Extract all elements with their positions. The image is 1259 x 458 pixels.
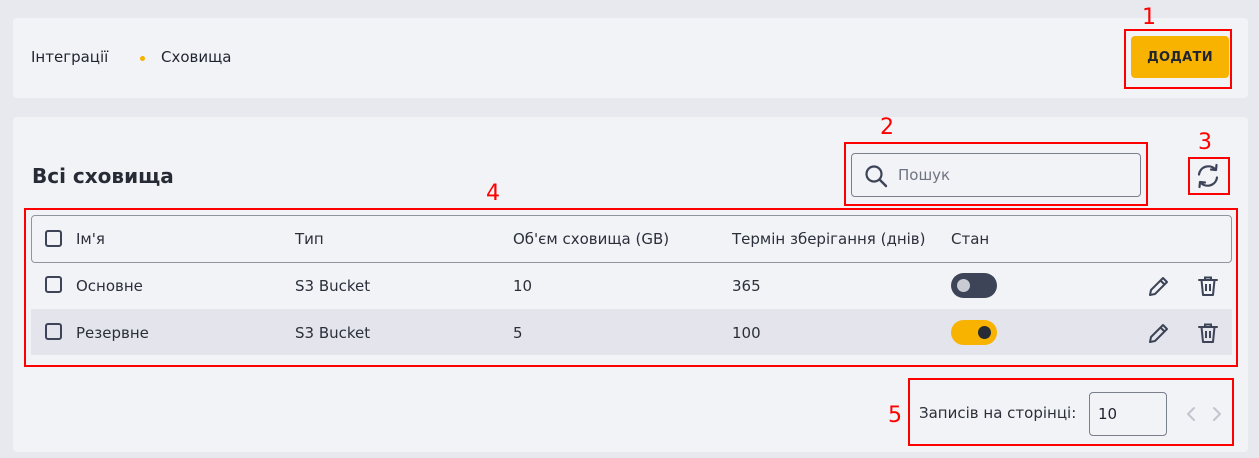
row-checkbox[interactable] bbox=[45, 323, 62, 340]
chevron-right-icon[interactable] bbox=[1209, 406, 1223, 422]
table-row: Основне S3 Bucket 10 365 bbox=[31, 262, 1232, 308]
row-retention: 365 bbox=[732, 277, 761, 295]
status-toggle[interactable] bbox=[951, 320, 997, 345]
annotation-number-1: 1 bbox=[1142, 5, 1156, 30]
column-status[interactable]: Стан bbox=[951, 230, 989, 248]
column-volume[interactable]: Об'єм сховища (GB) bbox=[513, 230, 669, 248]
status-toggle[interactable] bbox=[951, 273, 997, 298]
annotation-number-5: 5 bbox=[888, 403, 902, 428]
column-retention[interactable]: Термін зберігання (днів) bbox=[732, 230, 925, 248]
edit-icon[interactable] bbox=[1147, 274, 1171, 298]
page-size-input[interactable] bbox=[1089, 392, 1167, 436]
page-size-label: Записів на сторінці: bbox=[919, 404, 1077, 422]
search-input[interactable] bbox=[896, 154, 1130, 196]
row-type: S3 Bucket bbox=[295, 277, 371, 295]
chevron-left-icon[interactable] bbox=[1185, 406, 1199, 422]
storages-panel: Всі сховища Ім'я Тип Об'єм сховища (GB) … bbox=[13, 117, 1248, 452]
row-volume: 10 bbox=[513, 277, 533, 295]
page-title: Всі сховища bbox=[32, 164, 174, 188]
top-bar: Інтеграції Сховища ДОДАТИ bbox=[13, 18, 1248, 98]
annotation-number-2: 2 bbox=[880, 115, 894, 140]
breadcrumb-separator bbox=[140, 56, 145, 61]
refresh-icon[interactable] bbox=[1194, 162, 1222, 190]
column-name[interactable]: Ім'я bbox=[76, 230, 105, 248]
select-all-checkbox[interactable] bbox=[45, 230, 62, 247]
column-type[interactable]: Тип bbox=[295, 230, 324, 248]
search-box[interactable] bbox=[851, 153, 1141, 197]
annotation-number-4: 4 bbox=[486, 181, 500, 206]
delete-icon[interactable] bbox=[1196, 321, 1220, 345]
search-icon bbox=[864, 164, 888, 192]
edit-icon[interactable] bbox=[1147, 321, 1171, 345]
row-retention: 100 bbox=[732, 324, 761, 342]
table-row: Резервне S3 Bucket 5 100 bbox=[31, 309, 1232, 355]
breadcrumb-integrations[interactable]: Інтеграції bbox=[31, 48, 108, 66]
row-volume: 5 bbox=[513, 324, 523, 342]
annotation-number-3: 3 bbox=[1198, 130, 1212, 155]
delete-icon[interactable] bbox=[1196, 274, 1220, 298]
row-name: Резервне bbox=[76, 324, 149, 342]
breadcrumb-storages: Сховища bbox=[161, 48, 232, 66]
row-name: Основне bbox=[76, 277, 143, 295]
row-type: S3 Bucket bbox=[295, 324, 371, 342]
add-button[interactable]: ДОДАТИ bbox=[1131, 36, 1229, 78]
row-checkbox[interactable] bbox=[45, 276, 62, 293]
